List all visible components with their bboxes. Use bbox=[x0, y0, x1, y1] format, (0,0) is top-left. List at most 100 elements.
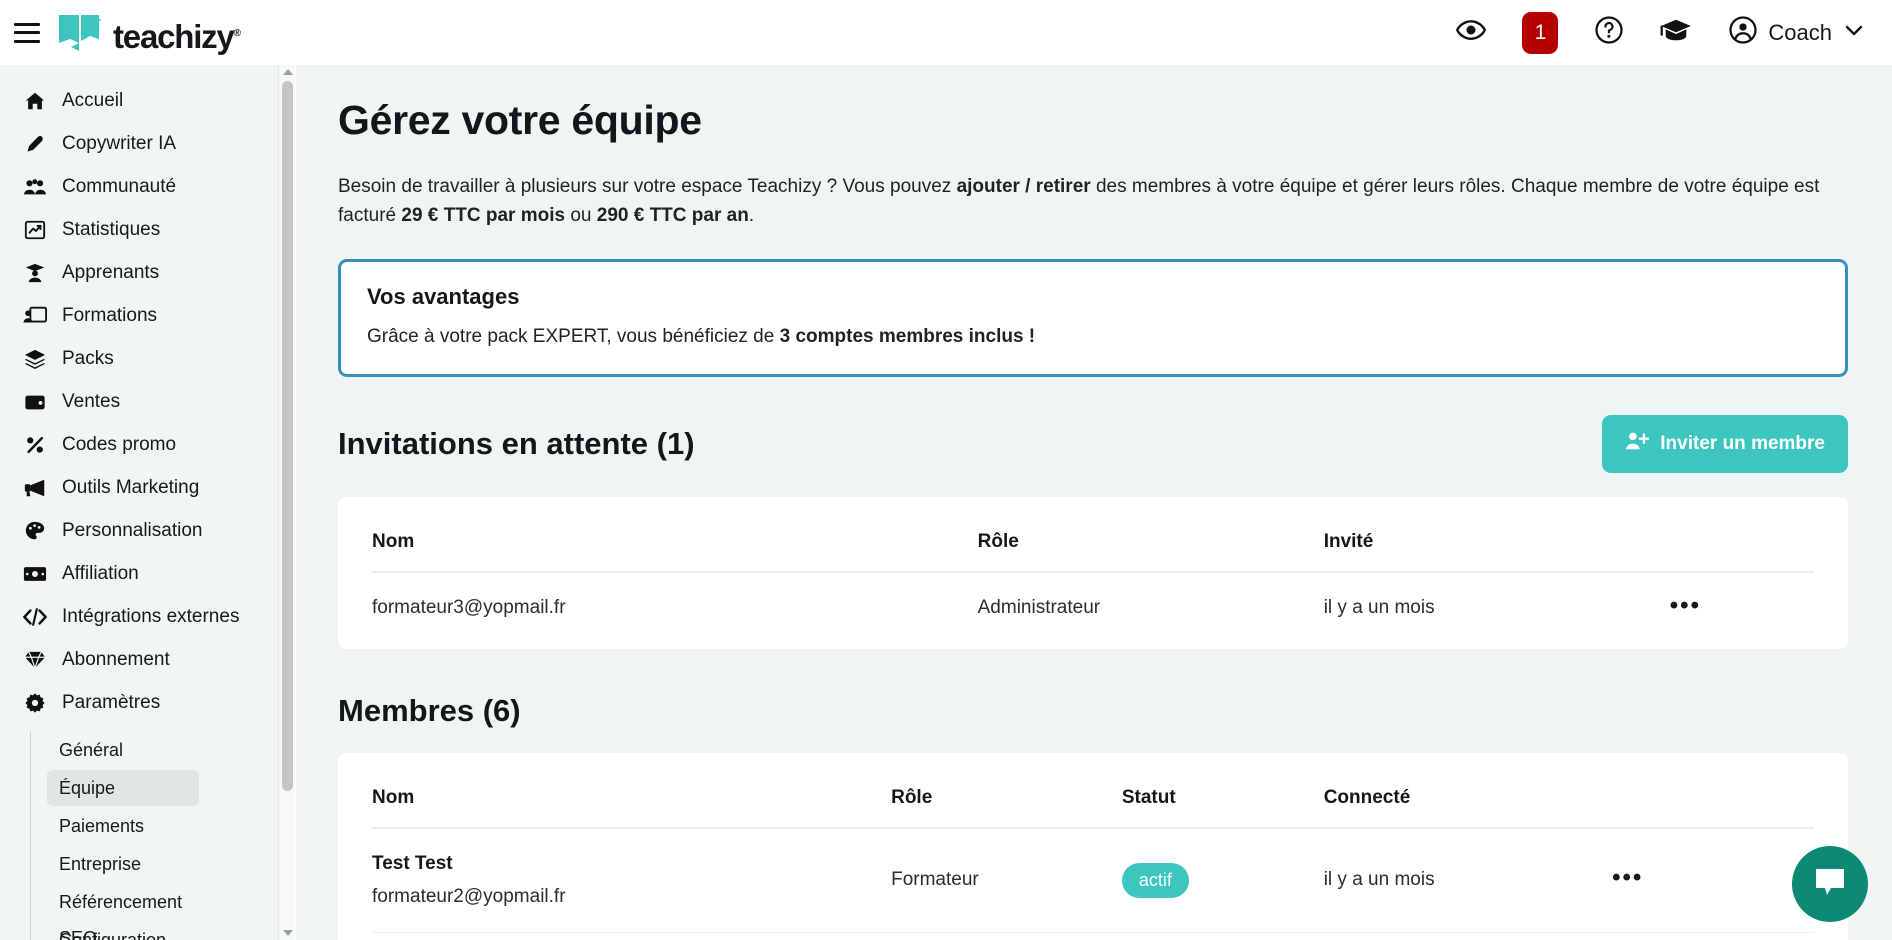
members-col-nom: Nom bbox=[372, 757, 891, 828]
users-icon bbox=[22, 177, 48, 197]
member-role: Formateur bbox=[891, 932, 1122, 940]
desc-bold-add-remove: ajouter / retirer bbox=[957, 176, 1091, 197]
sidebar-item-integrations-externes[interactable]: Intégrations externes bbox=[0, 595, 278, 638]
invite-member-button-label: Inviter un membre bbox=[1660, 433, 1825, 455]
notification-badge: 1 bbox=[1522, 12, 1558, 54]
table-row: formateur3@yopmail.fr Administrateur il … bbox=[372, 572, 1814, 643]
member-status-cell: actif bbox=[1122, 828, 1324, 933]
invitations-card: Nom Rôle Invité formateur3@yopmail.fr Ad… bbox=[338, 497, 1848, 649]
sidebar-item-label: Packs bbox=[62, 348, 114, 370]
invitations-col-actions bbox=[1670, 501, 1814, 572]
sidebar-item-label: Ventes bbox=[62, 391, 120, 413]
sidebar-item-ventes[interactable]: Ventes bbox=[0, 380, 278, 423]
chat-bubble-icon bbox=[1810, 864, 1850, 905]
sidebar-scrollbar-thumb[interactable] bbox=[282, 81, 293, 791]
sidebar-subitem-equipe[interactable]: Équipe bbox=[47, 770, 199, 806]
page-title: Gérez votre équipe bbox=[338, 97, 1848, 144]
eye-icon bbox=[1456, 15, 1486, 50]
sidebar-item-statistiques[interactable]: Statistiques bbox=[0, 208, 278, 251]
scroll-down-arrow-icon[interactable] bbox=[283, 930, 293, 936]
sidebar-item-label: Intégrations externes bbox=[62, 606, 239, 628]
sidebar-subitem-general[interactable]: Général bbox=[47, 732, 199, 768]
gear-icon bbox=[22, 692, 48, 714]
members-table-body: Test Test formateur2@yopmail.fr Formateu… bbox=[372, 828, 1814, 940]
member-email: formateur2@yopmail.fr bbox=[372, 886, 891, 908]
sidebar-item-label: Outils Marketing bbox=[62, 477, 199, 499]
hamburger-menu-icon[interactable] bbox=[14, 23, 40, 43]
invitation-email: formateur3@yopmail.fr bbox=[372, 572, 978, 643]
scroll-up-arrow-icon[interactable] bbox=[283, 69, 293, 75]
sidebar-item-affiliation[interactable]: Affiliation bbox=[0, 552, 278, 595]
brand-logo[interactable]: teachizy® bbox=[58, 13, 240, 53]
sidebar-item-label: Abonnement bbox=[62, 649, 170, 671]
user-plus-icon bbox=[1625, 430, 1649, 458]
megaphone-icon bbox=[22, 477, 48, 499]
notifications-button[interactable]: 1 bbox=[1504, 0, 1576, 65]
registered-mark: ® bbox=[234, 28, 240, 39]
sidebar-item-copywriter-ia[interactable]: Copywriter IA bbox=[0, 122, 278, 165]
desc-bold-yearly-price: 290 € TTC par an bbox=[597, 205, 749, 226]
sidebar-subitem-paiements[interactable]: Paiements bbox=[47, 808, 199, 844]
money-bill-icon bbox=[22, 565, 48, 583]
sidebar-subitem-configuration-sso[interactable]: Configuration SSO bbox=[47, 922, 199, 940]
member-actions-cell: ••• bbox=[1612, 932, 1814, 940]
desc-part-1: Besoin de travailler à plusieurs sur vot… bbox=[338, 176, 957, 197]
member-name: Test Test bbox=[372, 853, 891, 875]
help-button[interactable] bbox=[1576, 0, 1642, 65]
status-badge: actif bbox=[1122, 863, 1189, 898]
sidebar-item-label: Codes promo bbox=[62, 434, 176, 456]
advantages-title: Vos avantages bbox=[367, 284, 1819, 310]
sidebar-item-abonnement[interactable]: Abonnement bbox=[0, 638, 278, 681]
sidebar-item-personnalisation[interactable]: Personnalisation bbox=[0, 509, 278, 552]
topbar-actions: 1 bbox=[1438, 0, 1892, 65]
sidebar-item-label: Affiliation bbox=[62, 563, 139, 585]
ellipsis-icon[interactable]: ••• bbox=[1670, 592, 1701, 619]
sidebar-item-outils-marketing[interactable]: Outils Marketing bbox=[0, 466, 278, 509]
preview-button[interactable] bbox=[1438, 0, 1504, 65]
sidebar-nav-list: Accueil Copywriter IA Communauté bbox=[0, 65, 278, 940]
member-connected: il y a un mois bbox=[1324, 828, 1612, 933]
invitations-table-head: Nom Rôle Invité bbox=[372, 501, 1814, 572]
invitations-section-header: Invitations en attente (1) Inviter un me… bbox=[338, 415, 1848, 473]
sidebar-item-packs[interactable]: Packs bbox=[0, 337, 278, 380]
member-role: Formateur bbox=[891, 828, 1122, 933]
advantages-text-bold: 3 comptes membres inclus ! bbox=[780, 326, 1036, 347]
chart-line-icon bbox=[22, 219, 48, 241]
brand-wordmark: teachizy® bbox=[113, 20, 240, 53]
sidebar-subitem-entreprise[interactable]: Entreprise bbox=[47, 846, 199, 882]
layers-icon bbox=[22, 348, 48, 370]
members-col-actions bbox=[1612, 757, 1814, 828]
main-content-area: Gérez votre équipe Besoin de travailler … bbox=[296, 65, 1892, 940]
table-row: Test Admin Admin test-admin-teachizy@yop… bbox=[372, 932, 1814, 940]
ellipsis-icon[interactable]: ••• bbox=[1612, 864, 1643, 891]
page-description: Besoin de travailler à plusieurs sur vot… bbox=[338, 172, 1838, 231]
sidebar-item-parametres[interactable]: Paramètres bbox=[0, 681, 278, 724]
sidebar-item-formations[interactable]: Formations bbox=[0, 294, 278, 337]
sidebar-item-codes-promo[interactable]: Codes promo bbox=[0, 423, 278, 466]
chat-widget-button[interactable] bbox=[1792, 846, 1868, 922]
user-menu[interactable]: Coach bbox=[1710, 0, 1872, 65]
sidebar-item-communaute[interactable]: Communauté bbox=[0, 165, 278, 208]
graduation-cap-icon bbox=[1660, 16, 1692, 49]
sidebar-item-label: Accueil bbox=[62, 90, 123, 112]
sidebar-item-accueil[interactable]: Accueil bbox=[0, 79, 278, 122]
invitations-col-role: Rôle bbox=[978, 501, 1324, 572]
invitations-table-body: formateur3@yopmail.fr Administrateur il … bbox=[372, 572, 1814, 643]
invitations-header-row: Nom Rôle Invité bbox=[372, 501, 1814, 572]
sidebar-subitem-referencement-seo[interactable]: Référencement SEO bbox=[47, 884, 199, 920]
members-header-row: Nom Rôle Statut Connecté bbox=[372, 757, 1814, 828]
invite-member-button[interactable]: Inviter un membre bbox=[1602, 415, 1848, 473]
gem-icon bbox=[22, 650, 48, 670]
chevron-down-icon bbox=[1842, 18, 1866, 47]
palette-icon bbox=[22, 520, 48, 542]
sidebar-item-apprenants[interactable]: Apprenants bbox=[0, 251, 278, 294]
sidebar-scrollbar[interactable] bbox=[278, 65, 295, 940]
academy-button[interactable] bbox=[1642, 0, 1710, 65]
member-name-cell: Test Admin Admin test-admin-teachizy@yop… bbox=[372, 932, 891, 940]
code-icon bbox=[22, 606, 48, 628]
member-name-cell: Test Test formateur2@yopmail.fr bbox=[372, 828, 891, 933]
member-connected: il y a 4 mois bbox=[1324, 932, 1612, 940]
advantages-panel: Vos avantages Grâce à votre pack EXPERT,… bbox=[338, 259, 1848, 377]
teachizy-book-icon bbox=[58, 13, 104, 53]
sidebar-item-label: Apprenants bbox=[62, 262, 159, 284]
